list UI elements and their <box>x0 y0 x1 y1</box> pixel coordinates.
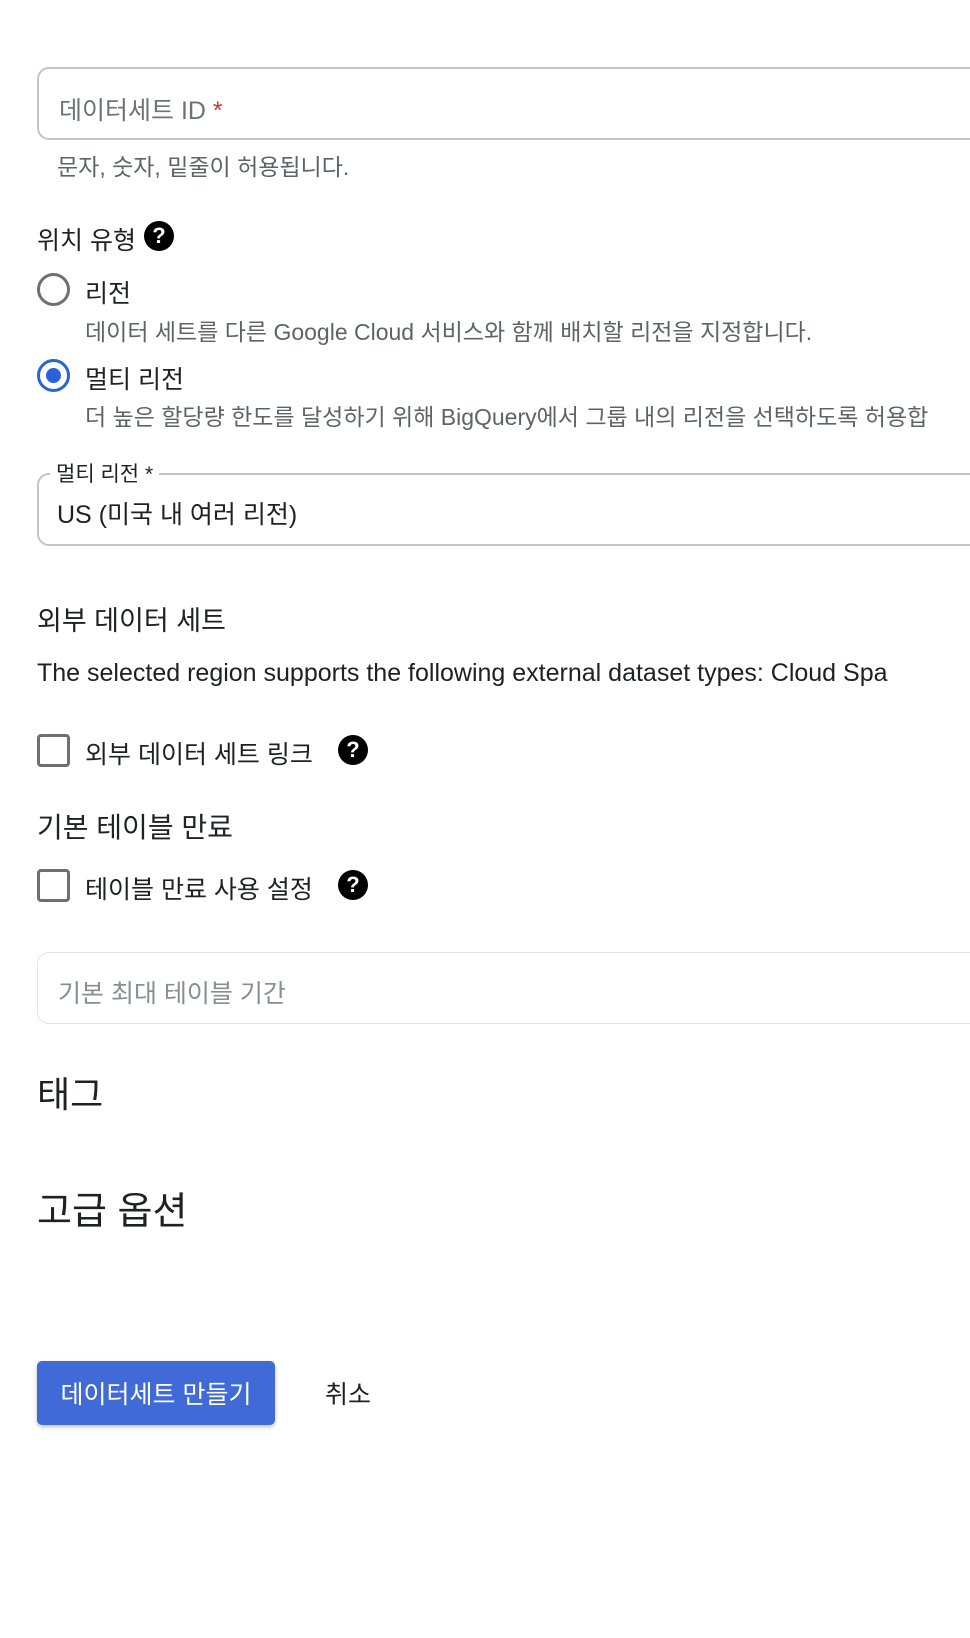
multi-region-value: US (미국 내 여러 리전) <box>57 501 298 529</box>
dataset-id-field[interactable]: 데이터세트 ID * <box>37 67 970 140</box>
create-dataset-button[interactable]: 데이터세트 만들기 <box>37 1361 275 1425</box>
table-expiration-checkbox[interactable] <box>37 869 70 902</box>
required-mark: * <box>212 97 223 125</box>
radio-region-description: 데이터 세트를 다른 Google Cloud 서비스와 함께 배치할 리전을 … <box>85 319 813 345</box>
location-type-heading: 위치 유형 <box>37 227 136 255</box>
cancel-button[interactable]: 취소 <box>306 1361 390 1425</box>
radio-multi-region-label: 멀티 리전 <box>85 366 184 394</box>
external-dataset-link-checkbox[interactable] <box>37 734 70 767</box>
max-table-age-placeholder: 기본 최대 테이블 기간 <box>58 980 286 1008</box>
radio-multi-region-description: 더 높은 할당량 한도를 달성하기 위해 BigQuery에서 그룹 내의 리전… <box>85 404 929 430</box>
multi-region-select[interactable]: US (미국 내 여러 리전) <box>37 473 970 546</box>
radio-multi-region[interactable] <box>37 359 70 392</box>
table-expiration-heading: 기본 테이블 만료 <box>37 812 233 843</box>
max-table-age-input[interactable]: 기본 최대 테이블 기간 <box>37 952 970 1024</box>
location-type-help-icon[interactable]: ? <box>144 221 174 251</box>
tags-heading[interactable]: 태그 <box>37 1066 103 1118</box>
external-dataset-description: The selected region supports the followi… <box>37 659 888 687</box>
advanced-options-heading[interactable]: 고급 옵션 <box>37 1180 187 1235</box>
table-expiration-label: 테이블 만료 사용 설정 <box>85 876 313 904</box>
dataset-id-label: 데이터세트 ID * <box>59 97 223 125</box>
external-dataset-link-label: 외부 데이터 세트 링크 <box>85 741 313 769</box>
external-dataset-heading: 외부 데이터 세트 <box>37 606 226 636</box>
dataset-id-hint: 문자, 숫자, 밑줄이 허용됩니다. <box>57 154 350 180</box>
table-expiration-help-icon[interactable]: ? <box>338 870 368 900</box>
multi-region-floating-label: 멀티 리전 * <box>50 458 160 488</box>
external-dataset-help-icon[interactable]: ? <box>338 735 368 765</box>
radio-region-label: 리전 <box>85 280 132 308</box>
radio-region[interactable] <box>37 273 70 306</box>
